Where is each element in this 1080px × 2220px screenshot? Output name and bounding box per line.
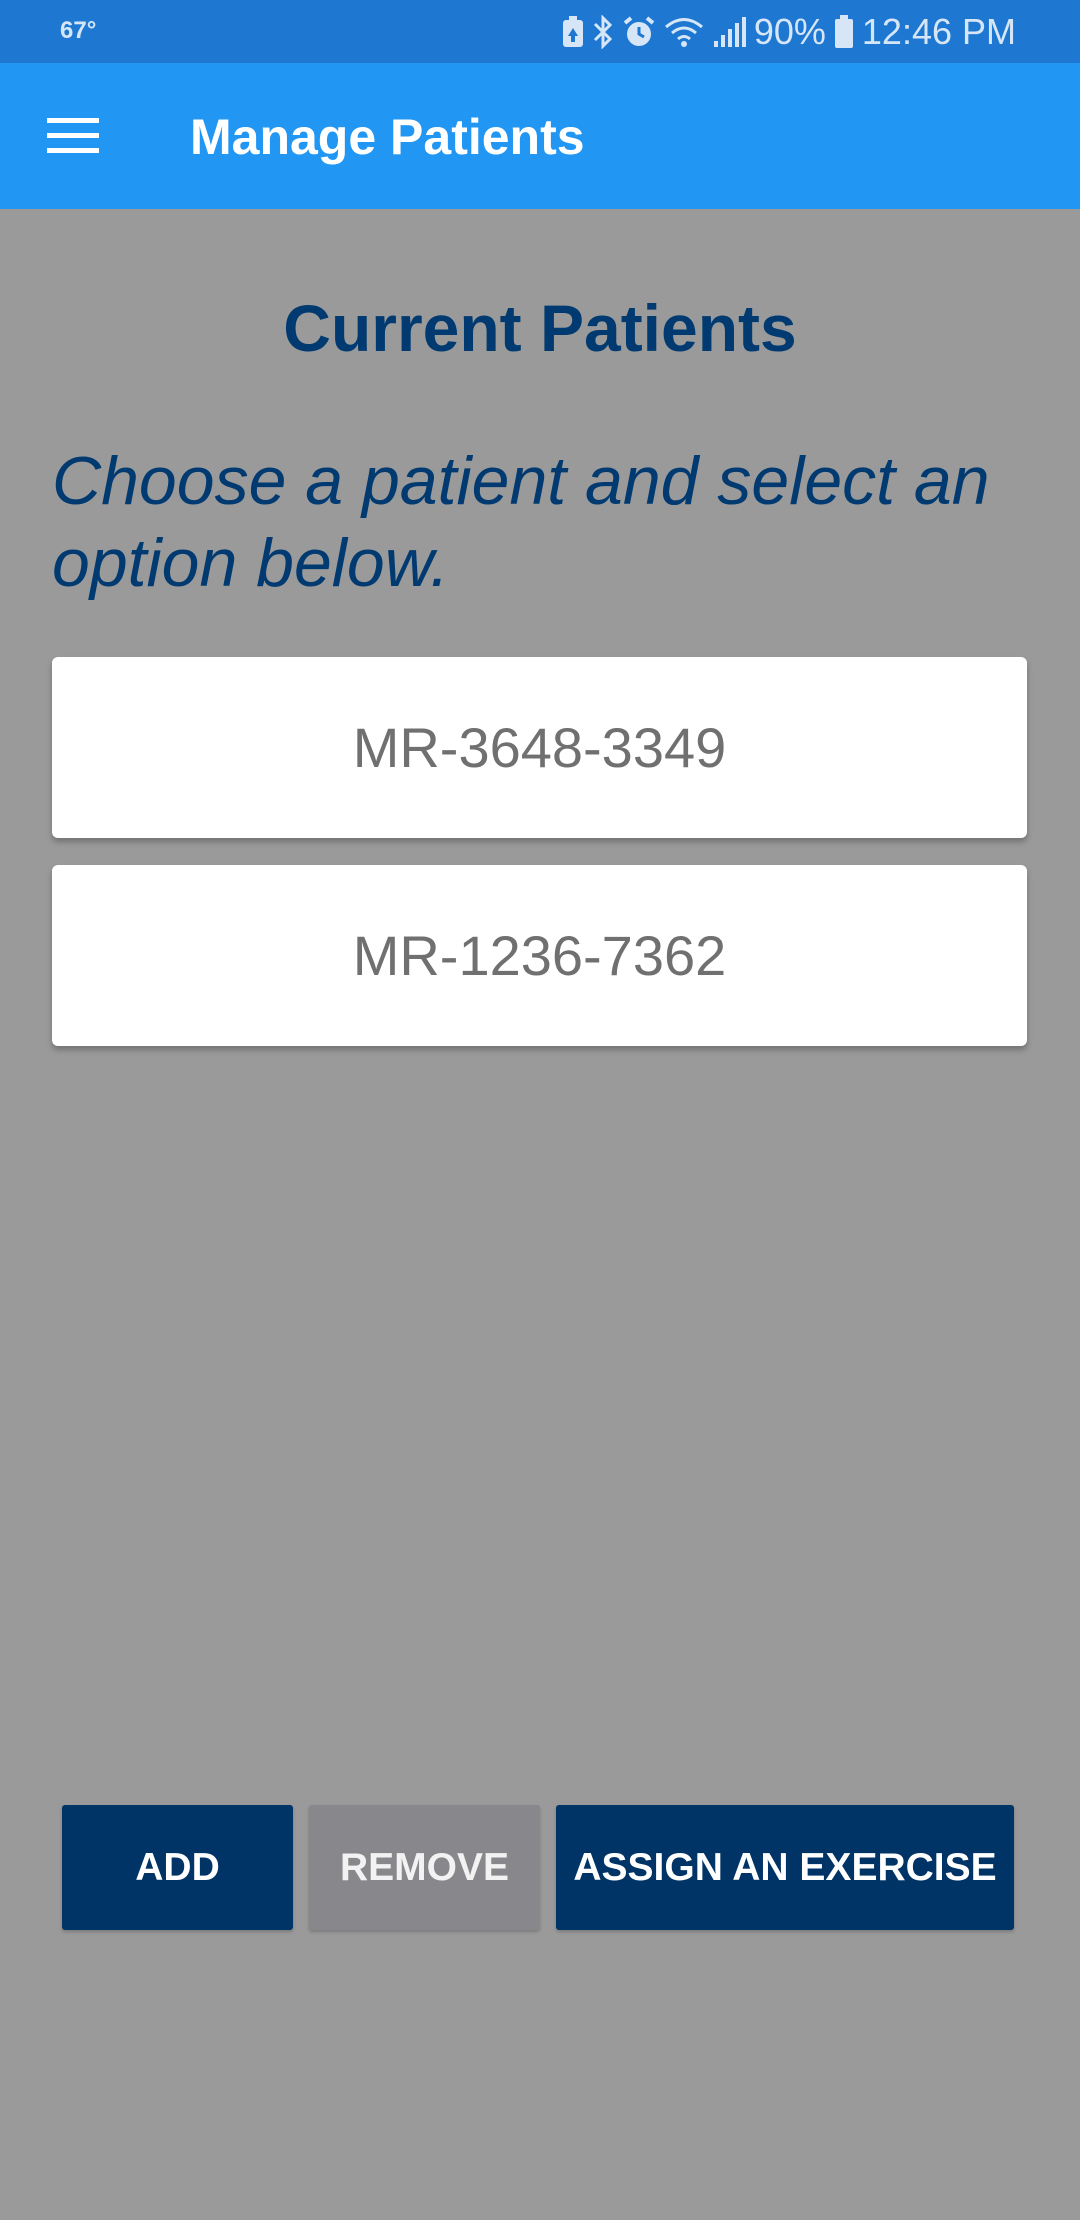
assign-exercise-button[interactable]: ASSIGN AN EXERCISE <box>556 1805 1014 1930</box>
page-title: Manage Patients <box>190 109 585 165</box>
instruction-text: Choose a patient and select an option be… <box>52 443 990 601</box>
clock: 12:46 PM <box>861 11 1016 52</box>
battery-percent: 90% <box>753 11 826 52</box>
signal-icon <box>712 17 746 47</box>
patient-item[interactable]: MR-1236-7362 <box>52 865 1027 1046</box>
patient-item[interactable]: MR-3648-3349 <box>52 657 1027 838</box>
alarm-icon <box>622 15 656 49</box>
battery-icon <box>834 15 854 49</box>
menu-button[interactable] <box>36 103 110 169</box>
temperature-indicator: 67° <box>60 17 97 44</box>
battery-saver-icon <box>562 16 584 48</box>
remove-button[interactable]: REMOVE <box>309 1805 540 1930</box>
patient-list: MR-3648-3349 MR-1236-7362 <box>52 657 1027 1073</box>
action-buttons: ADD REMOVE ASSIGN AN EXERCISE <box>62 1805 1014 1930</box>
hamburger-menu-icon <box>47 118 99 153</box>
wifi-icon <box>664 16 704 48</box>
bluetooth-icon <box>592 15 614 49</box>
app-bar: Manage Patients <box>0 63 1080 209</box>
section-heading: Current Patients <box>283 291 797 365</box>
status-bar: 67° 90% 12:46 PM <box>0 0 1080 63</box>
add-button[interactable]: ADD <box>62 1805 293 1930</box>
status-icons: 90% 12:46 PM <box>562 10 1016 54</box>
